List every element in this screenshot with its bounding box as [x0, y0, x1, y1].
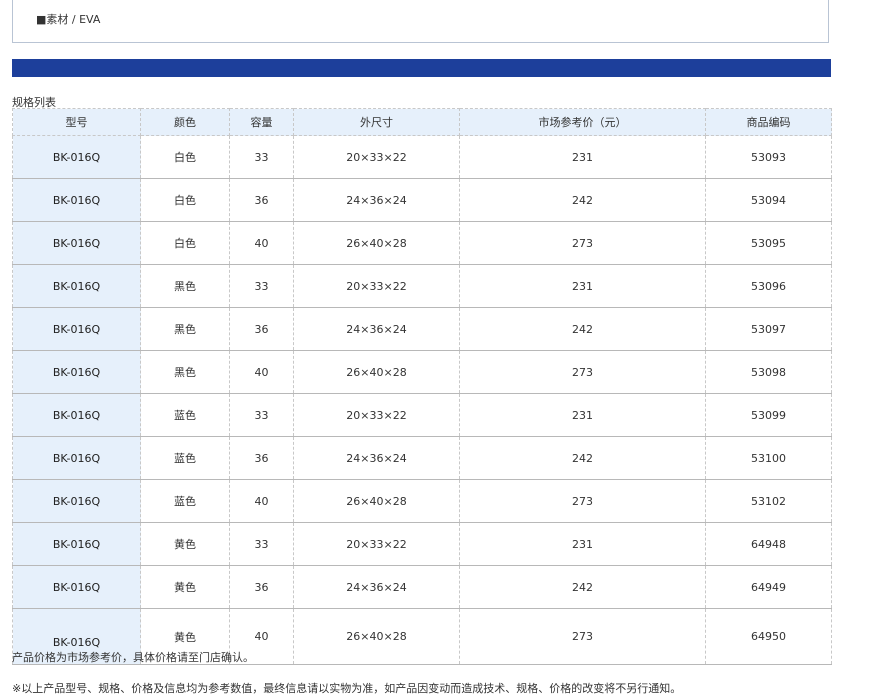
price-cell: 242	[459, 178, 706, 222]
product-code-cell: 53096	[705, 264, 832, 308]
dimensions-cell: 24×36×24	[293, 565, 460, 609]
section-divider-bar	[12, 59, 831, 77]
table-row: BK-016Q 蓝色 33 20×33×22 231 53099	[12, 393, 832, 437]
color-cell: 黄色	[140, 565, 230, 609]
table-row: BK-016Q 白色 33 20×33×22 231 53093	[12, 135, 832, 179]
product-code-cell: 53099	[705, 393, 832, 437]
model-cell: BK-016Q	[12, 522, 141, 566]
color-cell: 蓝色	[140, 436, 230, 480]
dimensions-cell: 20×33×22	[293, 135, 460, 179]
table-row: BK-016Q 黑色 33 20×33×22 231 53096	[12, 264, 832, 308]
model-cell: BK-016Q	[12, 307, 141, 351]
model-cell: BK-016Q	[12, 221, 141, 265]
disclaimer-note: ※以上产品型号、规格、价格及信息均为参考数值，最终信息请以实物为准，如产品因变动…	[12, 682, 682, 695]
price-cell: 242	[459, 565, 706, 609]
table-row: BK-016Q 蓝色 40 26×40×28 273 53102	[12, 479, 832, 523]
product-code-cell: 64949	[705, 565, 832, 609]
price-cell: 242	[459, 307, 706, 351]
product-code-cell: 53102	[705, 479, 832, 523]
color-cell: 黑色	[140, 264, 230, 308]
capacity-cell: 36	[229, 436, 294, 480]
color-cell: 白色	[140, 178, 230, 222]
table-row: BK-016Q 白色 36 24×36×24 242 53094	[12, 178, 832, 222]
model-cell: BK-016Q	[12, 135, 141, 179]
product-code-cell: 53095	[705, 221, 832, 265]
color-cell: 白色	[140, 221, 230, 265]
model-cell: BK-016Q	[12, 565, 141, 609]
model-cell: BK-016Q	[12, 436, 141, 480]
price-cell: 231	[459, 264, 706, 308]
color-cell: 黑色	[140, 307, 230, 351]
dimensions-cell: 20×33×22	[293, 522, 460, 566]
table-row: BK-016Q 白色 40 26×40×28 273 53095	[12, 221, 832, 265]
product-code-cell: 53094	[705, 178, 832, 222]
header-price: 市场参考价（元）	[459, 108, 706, 136]
capacity-cell: 40	[229, 479, 294, 523]
color-cell: 黑色	[140, 350, 230, 394]
color-cell: 蓝色	[140, 479, 230, 523]
capacity-cell: 33	[229, 393, 294, 437]
capacity-cell: 33	[229, 264, 294, 308]
price-cell: 242	[459, 436, 706, 480]
color-cell: 蓝色	[140, 393, 230, 437]
material-text: ■素材 / EVA	[36, 13, 101, 26]
product-code-cell: 53098	[705, 350, 832, 394]
dimensions-cell: 20×33×22	[293, 264, 460, 308]
dimensions-cell: 24×36×24	[293, 307, 460, 351]
capacity-cell: 40	[229, 350, 294, 394]
material-box: ■素材 / EVA	[12, 0, 829, 43]
header-dimensions: 外尺寸	[293, 108, 460, 136]
price-cell: 273	[459, 608, 706, 665]
price-cell: 231	[459, 393, 706, 437]
table-row: BK-016Q 黄色 36 24×36×24 242 64949	[12, 565, 832, 609]
capacity-cell: 36	[229, 178, 294, 222]
dimensions-cell: 26×40×28	[293, 350, 460, 394]
table-row: BK-016Q 黑色 40 26×40×28 273 53098	[12, 350, 832, 394]
dimensions-cell: 24×36×24	[293, 436, 460, 480]
spec-table: 型号 颜色 容量 外尺寸 市场参考价（元） 商品编码 BK-016Q 白色 33 20…	[12, 108, 832, 665]
dimensions-cell: 26×40×28	[293, 221, 460, 265]
model-cell: BK-016Q	[12, 393, 141, 437]
table-row: BK-016Q 蓝色 36 24×36×24 242 53100	[12, 436, 832, 480]
price-cell: 231	[459, 135, 706, 179]
dimensions-cell: 26×40×28	[293, 479, 460, 523]
dimensions-cell: 20×33×22	[293, 393, 460, 437]
dimensions-cell: 24×36×24	[293, 178, 460, 222]
capacity-cell: 33	[229, 522, 294, 566]
model-cell: BK-016Q	[12, 350, 141, 394]
header-color: 颜色	[140, 108, 230, 136]
dimensions-cell: 26×40×28	[293, 608, 460, 665]
price-cell: 231	[459, 522, 706, 566]
header-model: 型号	[12, 108, 141, 136]
color-cell: 白色	[140, 135, 230, 179]
capacity-cell: 33	[229, 135, 294, 179]
table-row: BK-016Q 黑色 36 24×36×24 242 53097	[12, 307, 832, 351]
table-header-row: 型号 颜色 容量 外尺寸 市场参考价（元） 商品编码	[12, 108, 832, 136]
price-cell: 273	[459, 479, 706, 523]
color-cell: 黄色	[140, 522, 230, 566]
product-code-cell: 53100	[705, 436, 832, 480]
capacity-cell: 36	[229, 565, 294, 609]
model-cell: BK-016Q	[12, 178, 141, 222]
header-product-code: 商品编码	[705, 108, 832, 136]
header-capacity: 容量	[229, 108, 294, 136]
table-row: BK-016Q 黄色 33 20×33×22 231 64948	[12, 522, 832, 566]
model-cell: BK-016Q	[12, 479, 141, 523]
price-cell: 273	[459, 221, 706, 265]
model-cell: BK-016Q	[12, 264, 141, 308]
product-code-cell: 53097	[705, 307, 832, 351]
capacity-cell: 40	[229, 221, 294, 265]
product-code-cell: 64948	[705, 522, 832, 566]
capacity-cell: 36	[229, 307, 294, 351]
product-code-cell: 53093	[705, 135, 832, 179]
price-cell: 273	[459, 350, 706, 394]
price-note: 产品价格为市场参考价，具体价格请至门店确认。	[12, 651, 254, 664]
product-code-cell: 64950	[705, 608, 832, 665]
